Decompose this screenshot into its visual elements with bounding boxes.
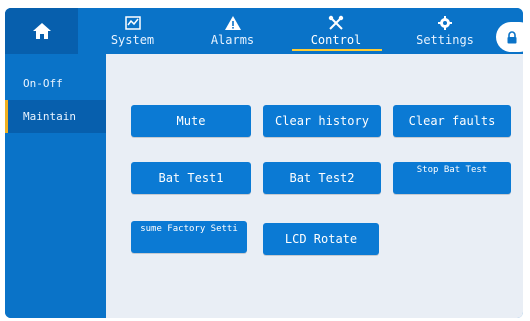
button-label: Clear history: [275, 114, 369, 128]
tab-settings[interactable]: Settings: [405, 8, 485, 54]
tab-control[interactable]: Control: [296, 8, 376, 54]
tab-label: Alarms: [210, 33, 255, 47]
bat-test2-button[interactable]: Bat Test2: [263, 162, 381, 194]
bat-test1-button[interactable]: Bat Test1: [131, 162, 251, 194]
sidebar: On-Off Maintain: [5, 54, 106, 318]
lock-icon: [506, 30, 518, 44]
sidebar-item-label: Maintain: [23, 110, 76, 123]
sidebar-item-maintain[interactable]: Maintain: [5, 100, 106, 133]
resume-factory-settings-button[interactable]: sume Factory Setti: [131, 221, 247, 253]
lcd-rotate-button[interactable]: LCD Rotate: [263, 223, 379, 255]
warning-icon: [224, 15, 242, 31]
maintain-panel: Mute Clear history Clear faults Bat Test…: [106, 54, 523, 318]
home-icon: [32, 22, 52, 40]
sidebar-item-label: On-Off: [23, 77, 63, 90]
button-label: Stop Bat Test: [416, 165, 488, 175]
tab-system[interactable]: System: [95, 8, 170, 54]
gear-icon: [436, 15, 454, 31]
home-button[interactable]: [5, 8, 78, 54]
tools-icon: [327, 15, 345, 31]
button-label: Bat Test2: [289, 171, 355, 185]
stop-bat-test-button[interactable]: Stop Bat Test: [393, 162, 511, 194]
button-label: sume Factory Setti: [140, 224, 238, 234]
button-label: Bat Test1: [158, 171, 224, 185]
clear-faults-button[interactable]: Clear faults: [393, 105, 511, 137]
button-label: Clear faults: [408, 114, 496, 128]
tab-label: Settings: [416, 33, 474, 47]
sidebar-item-on-off[interactable]: On-Off: [5, 67, 106, 100]
tab-alarms[interactable]: Alarms: [195, 8, 270, 54]
mute-button[interactable]: Mute: [131, 105, 251, 137]
active-tab-indicator: [292, 49, 382, 51]
button-label: LCD Rotate: [284, 232, 358, 246]
lock-button[interactable]: [496, 22, 523, 52]
top-navigation-bar: System Alarms Control Settings: [5, 8, 523, 54]
clear-history-button[interactable]: Clear history: [263, 105, 381, 137]
tab-label: System: [110, 33, 155, 47]
chart-icon: [124, 15, 142, 31]
app-window: System Alarms Control Settings On-Off Ma…: [5, 8, 523, 318]
tab-label: Control: [310, 33, 362, 47]
button-label: Mute: [176, 114, 206, 128]
